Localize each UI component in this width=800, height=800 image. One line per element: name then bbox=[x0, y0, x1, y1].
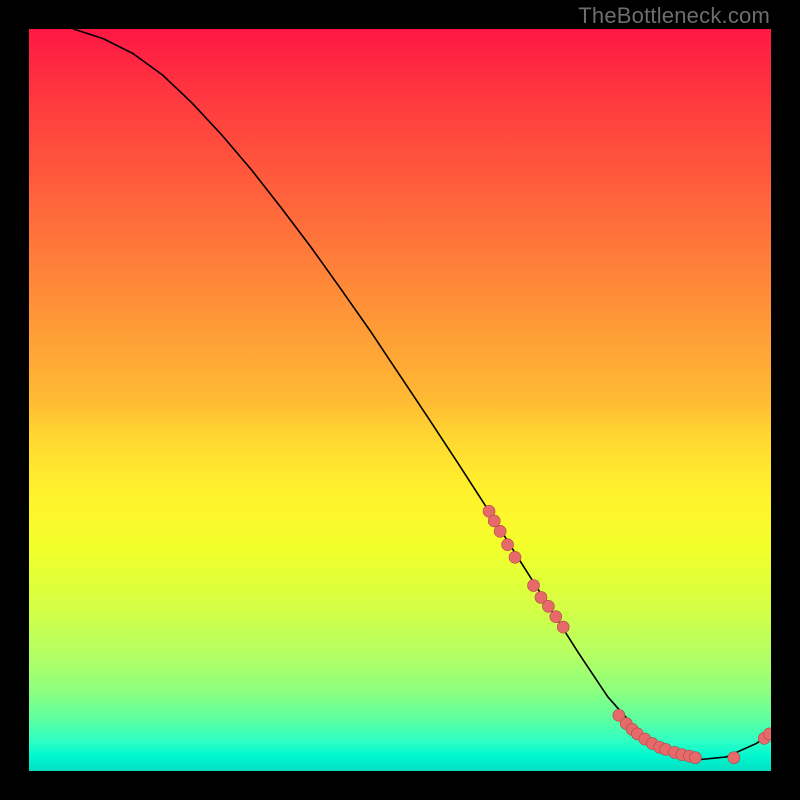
plot-svg bbox=[29, 29, 771, 771]
data-point bbox=[550, 611, 562, 623]
data-point bbox=[728, 752, 740, 764]
marker-group bbox=[483, 505, 771, 763]
bottleneck-curve bbox=[74, 29, 771, 760]
watermark-text: TheBottleneck.com bbox=[578, 3, 770, 29]
data-point bbox=[502, 539, 514, 551]
data-point bbox=[494, 525, 506, 537]
chart-stage: TheBottleneck.com bbox=[0, 0, 800, 800]
data-point bbox=[689, 752, 701, 764]
data-point bbox=[528, 580, 540, 592]
data-point bbox=[509, 551, 521, 563]
data-point bbox=[557, 621, 569, 633]
data-point bbox=[488, 515, 500, 527]
data-point bbox=[542, 600, 554, 612]
plot-area bbox=[29, 29, 771, 771]
